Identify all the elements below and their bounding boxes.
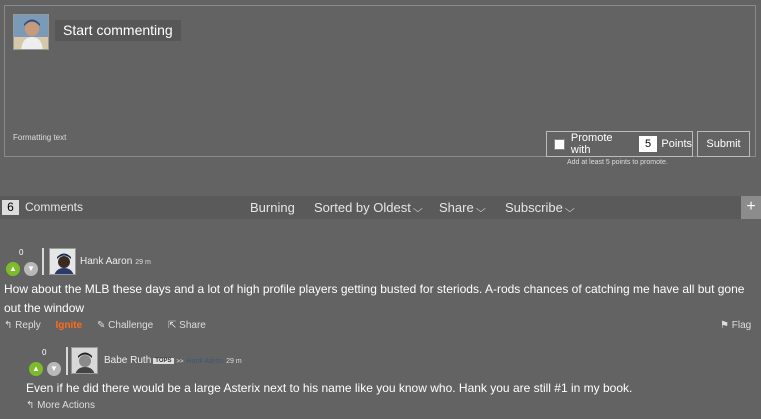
flag-label: Flag	[731, 320, 752, 331]
comment-actions: ↰ Reply Ignite ✎ Challenge ⇱ Share	[4, 320, 218, 331]
promote-checkbox[interactable]	[554, 138, 565, 150]
comment-actions: ↰ More Actions	[26, 400, 107, 411]
flag-action[interactable]: ⚑ Flag	[720, 320, 751, 331]
promote-control: Promote with 5 Points	[546, 131, 693, 157]
downvote-button[interactable]: ▼	[47, 362, 61, 376]
burning-tab[interactable]: Burning	[250, 200, 295, 215]
tops-badge: TOPS	[153, 358, 174, 364]
sort-label: Sorted by Oldest	[314, 200, 411, 215]
challenge-label: Challenge	[108, 320, 154, 331]
reply-action[interactable]: ↰ Reply	[4, 320, 41, 331]
reply-label: Reply	[15, 320, 41, 331]
share-action-label: Share	[179, 320, 206, 331]
more-actions[interactable]: ↰ More Actions	[26, 400, 95, 411]
comment-author[interactable]: Hank Aaron 29 m	[80, 256, 151, 267]
chevron-down-icon: ⌵	[564, 204, 575, 215]
comments-label: Comments	[25, 200, 84, 214]
user-avatar	[13, 14, 49, 50]
pencil-icon: ✎	[96, 320, 106, 331]
points-label: Points	[661, 138, 692, 150]
comments-toolbar: 6 Comments Burning Sorted by Oldest ⌵ Sha…	[0, 196, 761, 219]
vote-count: 0	[42, 348, 47, 357]
formatting-text-link[interactable]: Formatting text	[13, 133, 66, 142]
author-avatar[interactable]	[71, 347, 98, 374]
author-name[interactable]: Hank Aaron	[80, 256, 132, 267]
comment-text: How about the MLB these days and a lot o…	[4, 282, 745, 315]
comment-author[interactable]: Babe Ruth TOPS >> Hank Aaron 29 m	[104, 355, 242, 366]
comment-text: Even if he did there would be a large As…	[26, 381, 633, 395]
reply-icon: ↰	[4, 320, 13, 331]
challenge-action[interactable]: ✎ Challenge	[97, 320, 153, 331]
submit-button[interactable]: Submit	[697, 131, 750, 157]
more-actions-label: More Actions	[37, 400, 95, 411]
points-input[interactable]: 5	[638, 136, 658, 152]
flag-icon: ⚑	[720, 320, 729, 331]
comment-composer[interactable]: Start commenting Formatting text Promote…	[4, 5, 756, 166]
reply-to-author[interactable]: Hank Aaron	[187, 358, 224, 365]
reply-to-arrow-icon: >>	[176, 359, 184, 365]
share-icon: ⇱	[167, 320, 177, 331]
ignite-action[interactable]: Ignite	[56, 320, 83, 331]
subscribe-dropdown[interactable]: Subscribe ⌵	[505, 200, 575, 215]
reply-icon: ↰	[26, 400, 35, 411]
promote-hint: Add at least 5 points to promote.	[567, 159, 668, 166]
author-avatar[interactable]	[49, 248, 76, 275]
chevron-down-icon: ⌵	[412, 204, 423, 215]
vote-divider	[66, 347, 68, 375]
author-name[interactable]: Babe Ruth	[104, 355, 151, 366]
subscribe-label: Subscribe	[505, 200, 563, 215]
start-commenting-input[interactable]: Start commenting	[55, 20, 181, 41]
upvote-button[interactable]: ▲	[6, 262, 20, 276]
share-dropdown[interactable]: Share ⌵	[439, 200, 486, 215]
vote-divider	[42, 248, 44, 275]
add-button[interactable]: +	[741, 196, 761, 219]
timestamp: 29 m	[226, 358, 242, 365]
timestamp: 29 m	[135, 259, 151, 266]
share-label: Share	[439, 200, 474, 215]
downvote-button[interactable]: ▼	[24, 262, 38, 276]
share-action[interactable]: ⇱ Share	[168, 320, 206, 331]
sort-dropdown[interactable]: Sorted by Oldest ⌵	[314, 200, 423, 215]
promote-label: Promote with	[570, 132, 613, 156]
vote-count: 0	[19, 248, 24, 257]
upvote-button[interactable]: ▲	[29, 362, 43, 376]
chevron-down-icon: ⌵	[475, 204, 486, 215]
comment-count-badge: 6	[2, 200, 19, 215]
